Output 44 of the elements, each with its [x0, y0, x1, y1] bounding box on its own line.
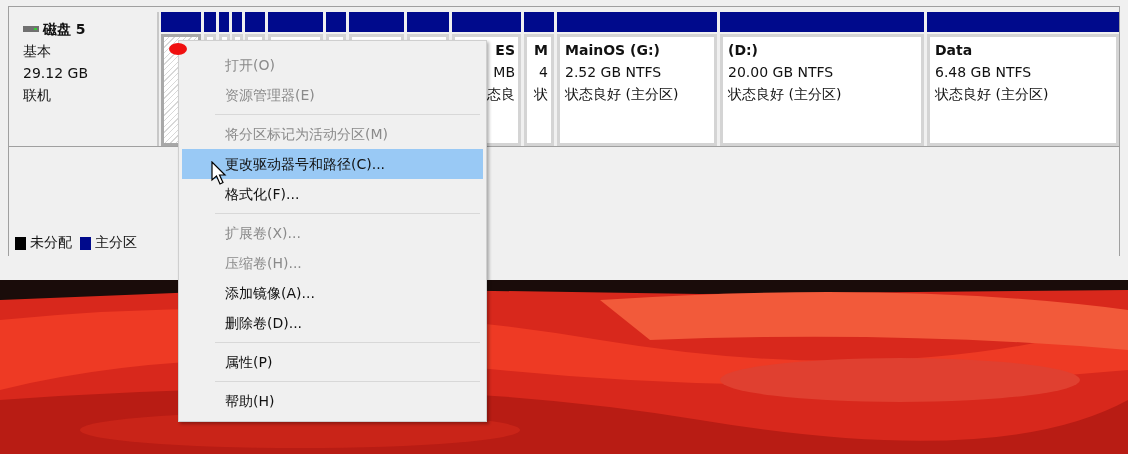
partition-box[interactable]: Data 6.48 GB NTFS 状态良好 (主分区)	[927, 34, 1119, 146]
partition-status: 状	[534, 85, 548, 104]
partition-header	[204, 12, 216, 32]
partition-size: 2.52 GB NTFS	[565, 63, 662, 82]
partition-header	[245, 12, 265, 32]
menu-item[interactable]: 删除卷(D)...	[182, 308, 483, 338]
legend-label: 未分配	[30, 234, 72, 252]
disk-name: 磁盘 5	[43, 20, 86, 39]
partition-size: 6.48 GB NTFS	[935, 63, 1032, 82]
partition-size: MB	[493, 63, 515, 82]
partition-name: M	[534, 41, 548, 60]
partition-name: ES	[495, 41, 515, 60]
menu-item[interactable]: 帮助(H)	[182, 386, 483, 416]
partition-status: 状态良好 (主分区)	[728, 85, 842, 104]
partition-status: 状态良好 (主分区)	[935, 85, 1049, 104]
partition-header	[452, 12, 521, 32]
partition-name: MainOS (G:)	[565, 41, 660, 60]
partition-size: 20.00 GB NTFS	[728, 63, 834, 82]
partition-box[interactable]: MainOS (G:) 2.52 GB NTFS 状态良好 (主分区)	[557, 34, 717, 146]
partition-size: 4	[539, 63, 548, 82]
disk-type: 基本	[23, 42, 51, 61]
partition-name: (D:)	[728, 41, 759, 60]
partition-header	[268, 12, 323, 32]
partition-header	[326, 12, 346, 32]
partition-header	[232, 12, 242, 32]
partition-status: 态良	[487, 85, 515, 104]
menu-item[interactable]: 添加镜像(A)...	[182, 278, 483, 308]
partition-name: Data	[935, 41, 973, 60]
partition-header	[161, 12, 201, 32]
partition-header	[219, 12, 229, 32]
menu-item[interactable]: 格式化(F)...	[182, 179, 483, 209]
partition-status: 状态良好 (主分区)	[565, 85, 679, 104]
partition-box[interactable]: (D:) 20.00 GB NTFS 状态良好 (主分区)	[720, 34, 924, 146]
legend-label: 主分区	[95, 234, 137, 252]
partition-box[interactable]: M 4 状	[524, 34, 554, 146]
menu-item[interactable]: 更改驱动器号和路径(C)...	[182, 149, 483, 179]
partition-header	[524, 12, 554, 32]
cursor-icon	[211, 161, 227, 185]
partition-header	[407, 12, 449, 32]
partition-header	[349, 12, 404, 32]
menu-item[interactable]: 属性(P)	[182, 347, 483, 377]
annotation-mark	[169, 43, 187, 55]
disk-size: 29.12 GB	[23, 64, 88, 83]
disk-status: 联机	[23, 86, 51, 105]
